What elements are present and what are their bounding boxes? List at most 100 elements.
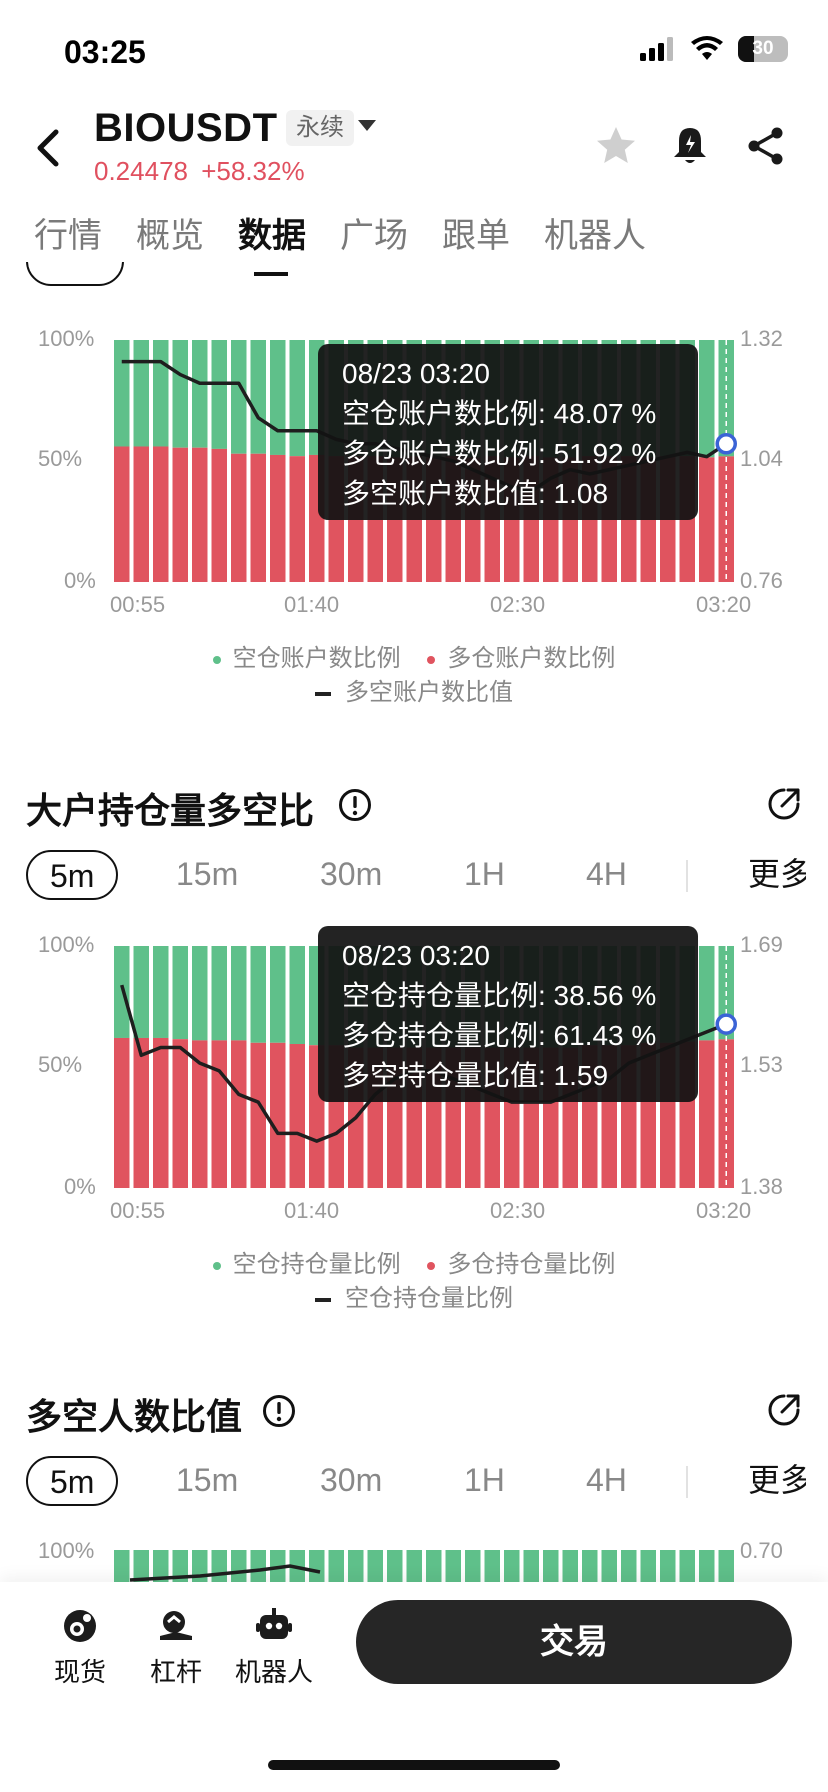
bar-long	[289, 1044, 305, 1188]
y-axis-right-label: 1.04	[740, 446, 783, 471]
info-icon[interactable]	[338, 788, 372, 822]
bar-short	[270, 340, 286, 455]
bar-short	[192, 340, 208, 448]
bar-long	[699, 1040, 715, 1188]
interval-5m[interactable]: 5m	[26, 850, 119, 900]
bar-short	[270, 946, 286, 1043]
divider	[686, 1466, 688, 1498]
tooltip-time: 08/23 03:20	[342, 940, 490, 971]
interval-15m[interactable]: 15m	[176, 1456, 238, 1506]
legend-item-short[interactable]: 空仓持仓量比例	[212, 1248, 401, 1282]
alert-bell-icon[interactable]	[668, 124, 712, 168]
x-axis-label: 03:20	[696, 592, 752, 617]
top-tabs: 行情 概览 数据 广场 跟单 机器人	[0, 208, 828, 268]
interval-4h[interactable]: 4H	[586, 1456, 627, 1506]
interval-more[interactable]: 更多	[748, 850, 806, 900]
battery-icon: 30	[738, 36, 788, 62]
external-link-icon[interactable]	[766, 786, 802, 822]
interval-4h[interactable]: 4H	[586, 850, 627, 900]
tooltip-short-ratio: 空仓持仓量比例: 38.56 %	[342, 980, 657, 1011]
legend-item-long[interactable]: 多仓持仓量比例	[427, 1248, 615, 1282]
interval-5m[interactable]: 5m	[26, 1456, 119, 1506]
header: BIOUSDT 永续 0.24478 +58.32%	[0, 96, 828, 196]
tab-copy-trading[interactable]: 跟单	[442, 208, 510, 268]
bar-short	[231, 946, 247, 1041]
bar-short	[153, 946, 169, 1038]
interval-30m[interactable]: 30m	[320, 1456, 382, 1506]
bar-short	[445, 1550, 461, 1582]
legend-item-long[interactable]: 多仓账户数比例	[427, 642, 615, 676]
nav-bots[interactable]: 机器人	[224, 1606, 324, 1689]
y-axis-left-label: 50%	[38, 446, 83, 471]
y-axis-right-label: 1.69	[740, 932, 783, 957]
bar-short	[172, 340, 188, 448]
wifi-icon	[691, 36, 723, 60]
y-axis-left-label: 0%	[64, 1174, 96, 1199]
bar-short	[114, 1550, 130, 1582]
tooltip-short-ratio: 空仓账户数比例: 48.07 %	[342, 398, 657, 429]
bar-long	[250, 453, 266, 582]
bar-long	[153, 1037, 169, 1188]
legend-item-ratio[interactable]: 空仓持仓量比例	[315, 1282, 513, 1316]
tab-market[interactable]: 行情	[34, 208, 102, 268]
bar-long	[211, 448, 227, 582]
bottom-bar: 现货 杠杆 机器人 交易	[0, 1582, 828, 1792]
tab-bots[interactable]: 机器人	[544, 208, 646, 268]
nav-spot[interactable]: 现货	[30, 1606, 130, 1689]
bar-short	[114, 340, 130, 447]
bar-short	[504, 1550, 520, 1582]
tab-data[interactable]: 数据	[238, 208, 306, 268]
tab-square[interactable]: 广场	[340, 208, 408, 268]
bar-short	[523, 1550, 539, 1582]
account-ratio-chart: 100% 50% 0% 1.32 1.04 0.76 00:55 01:40 0…	[0, 320, 828, 720]
long-short-count-chart-canvas[interactable]	[0, 1532, 828, 1582]
bar-short	[192, 946, 208, 1041]
bar-short	[543, 1550, 559, 1582]
selected-point-marker	[715, 432, 737, 455]
top-trader-position-chart: 100% 50% 0% 1.69 1.53 1.38 00:55 01:40 0…	[0, 926, 828, 1326]
bar-long	[699, 457, 715, 582]
bar-short	[133, 340, 149, 447]
symbol-title[interactable]: BIOUSDT	[94, 106, 278, 151]
price-change: +58.32%	[201, 156, 305, 186]
spot-icon	[64, 1610, 96, 1642]
share-icon[interactable]	[744, 124, 788, 168]
bar-long	[231, 453, 247, 582]
x-axis-label: 02:30	[490, 592, 546, 617]
y-axis-right-label: 1.53	[740, 1052, 783, 1077]
tooltip-long-ratio: 多仓账户数比例: 51.92 %	[342, 438, 657, 469]
y-axis-right-label: 1.32	[740, 326, 783, 351]
bar-short	[465, 1550, 481, 1582]
bar-short	[133, 1550, 149, 1582]
interval-1h[interactable]: 1H	[464, 850, 505, 900]
back-icon[interactable]	[30, 126, 66, 170]
y-axis-left-label: 100%	[38, 326, 95, 351]
info-icon[interactable]	[262, 1394, 296, 1428]
chart-tooltip: 08/23 03:20 空仓持仓量比例: 38.56 % 多仓持仓量比例: 61…	[318, 926, 698, 1102]
status-bar: 03:25 30	[0, 0, 828, 100]
x-axis-label: 02:30	[490, 1198, 546, 1223]
external-link-icon[interactable]	[766, 1392, 802, 1428]
interval-1h[interactable]: 1H	[464, 1456, 505, 1506]
tab-overview[interactable]: 概览	[136, 208, 204, 268]
tooltip-long-ratio: 多仓持仓量比例: 61.43 %	[342, 1020, 657, 1051]
bar-short	[699, 340, 715, 458]
legend-item-ratio[interactable]: 多空账户数比值	[315, 676, 513, 710]
trade-button[interactable]: 交易	[356, 1600, 792, 1684]
nav-label: 杠杆	[149, 1657, 202, 1687]
status-icons: 30	[640, 36, 788, 62]
status-time: 03:25	[64, 34, 146, 70]
chevron-down-icon[interactable]	[358, 120, 376, 131]
bar-short	[484, 1550, 500, 1582]
interval-5m-scrolled[interactable]	[26, 262, 124, 286]
interval-more[interactable]: 更多	[748, 1456, 806, 1506]
star-icon[interactable]	[594, 124, 638, 168]
x-axis-label: 00:55	[110, 1198, 166, 1223]
legend-item-short[interactable]: 空仓账户数比例	[212, 642, 401, 676]
interval-15m[interactable]: 15m	[176, 850, 238, 900]
tooltip-long-short-ratio: 多空持仓量比值: 1.59	[342, 1060, 609, 1091]
nav-margin[interactable]: 杠杆	[126, 1606, 226, 1689]
x-axis-label: 03:20	[696, 1198, 752, 1223]
interval-30m[interactable]: 30m	[320, 850, 382, 900]
contract-type-badge[interactable]: 永续	[286, 110, 354, 146]
